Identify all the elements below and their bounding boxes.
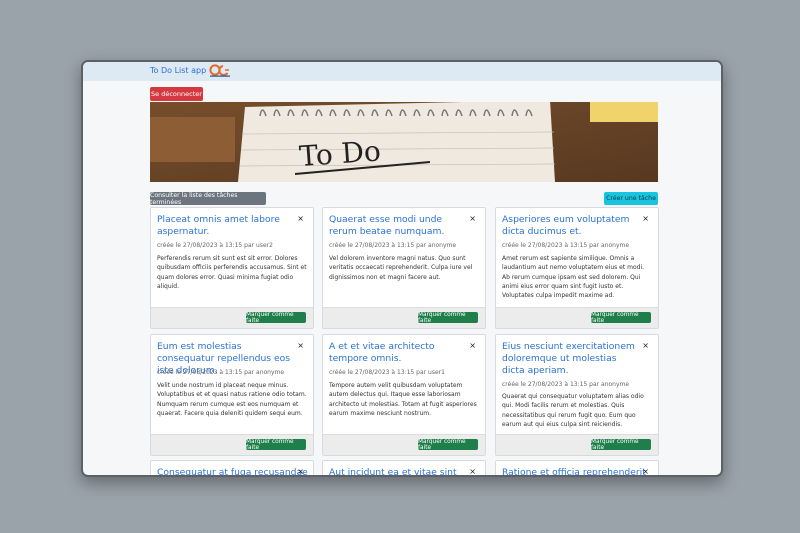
navbar: To Do List app (83, 62, 721, 81)
mark-done-button[interactable]: Marquer comme faite (591, 312, 651, 324)
close-icon[interactable]: × (469, 214, 476, 223)
close-icon[interactable]: × (297, 341, 304, 350)
task-meta: créée le 27/08/2023 à 13:15 par user1 (329, 369, 445, 376)
task-footer: Marquer comme faite (496, 307, 658, 328)
task-meta: créée le 27/08/2023 à 13:15 par anonyme (502, 242, 630, 249)
task-title[interactable]: Consequatur at fuga recusandae (157, 467, 308, 475)
task-card: Asperiores eum voluptatem dicta ducimus … (495, 207, 659, 329)
task-card: Aut incidunt ea et vitae sint × (322, 460, 486, 475)
app-title[interactable]: To Do List app (150, 66, 206, 75)
task-title[interactable]: Placeat omnis amet labore aspernatur. (157, 214, 293, 238)
task-meta: créée le 27/08/2023 à 13:15 par anonyme (157, 369, 285, 376)
finished-tasks-button[interactable]: Consulter la liste des tâches terminées (150, 192, 266, 206)
task-meta: créée le 27/08/2023 à 13:15 par anonyme (502, 381, 630, 388)
task-title[interactable]: Quaerat esse modi unde rerum beatae numq… (329, 214, 465, 238)
task-footer: Marquer comme faite (323, 307, 485, 328)
close-icon[interactable]: × (469, 341, 476, 350)
task-content: Velit unde nostrum id placeat neque minu… (157, 382, 307, 417)
task-footer: Marquer comme faite (496, 434, 658, 455)
mark-done-button[interactable]: Marquer comme faite (246, 312, 306, 324)
mark-done-button[interactable]: Marquer comme faite (418, 439, 478, 451)
task-footer: Marquer comme faite (151, 307, 313, 328)
task-content: Amet rerum est sapiente similique. Omnis… (502, 255, 645, 300)
task-card: Ratione et officia reprehenderit × (495, 460, 659, 475)
task-title[interactable]: Aut incidunt ea et vitae sint (329, 467, 469, 475)
task-card: Eius nesciunt exercitationem doloremque … (495, 334, 659, 456)
task-card: Quaerat esse modi unde rerum beatae numq… (322, 207, 486, 329)
task-content: Vel dolorem inventore magni natus. Quo s… (329, 255, 473, 281)
task-content: Perferendis rerum sit sunt est sit error… (157, 255, 307, 290)
close-icon[interactable]: × (297, 467, 304, 475)
mark-done-button[interactable]: Marquer comme faite (246, 439, 306, 451)
logout-button[interactable]: Se déconnecter (150, 87, 203, 101)
task-meta: créée le 27/08/2023 à 13:15 par user2 (157, 242, 273, 249)
create-task-button[interactable]: Créer une tâche (604, 192, 658, 205)
app-logo (209, 64, 230, 77)
close-icon[interactable]: × (297, 214, 304, 223)
task-title[interactable]: Ratione et officia reprehenderit (502, 467, 646, 475)
task-card: Consequatur at fuga recusandae × (150, 460, 314, 475)
close-icon[interactable]: × (642, 341, 649, 350)
task-title[interactable]: A et et vitae architecto tempore omnis. (329, 341, 465, 365)
task-meta: créée le 27/08/2023 à 13:15 par anonyme (329, 242, 457, 249)
browser-window: To Do List app Se déconnecter To Do Cons… (81, 60, 723, 477)
banner-image: To Do (150, 102, 658, 182)
close-icon[interactable]: × (642, 467, 649, 475)
close-icon[interactable]: × (642, 214, 649, 223)
task-card: Eum est molestias consequatur repellendu… (150, 334, 314, 456)
task-content: Tempore autem velit quibusdam voluptatem… (329, 382, 477, 417)
close-icon[interactable]: × (469, 467, 476, 475)
mark-done-button[interactable]: Marquer comme faite (418, 312, 478, 324)
mark-done-button[interactable]: Marquer comme faite (591, 439, 651, 451)
task-content: Quaerat qui consequatur voluptatem alias… (502, 393, 644, 428)
task-title[interactable]: Asperiores eum voluptatem dicta ducimus … (502, 214, 638, 238)
task-title[interactable]: Eius nesciunt exercitationem doloremque … (502, 341, 638, 377)
task-card: A et et vitae architecto tempore omnis. … (322, 334, 486, 456)
task-footer: Marquer comme faite (151, 434, 313, 455)
task-card: Placeat omnis amet labore aspernatur. × … (150, 207, 314, 329)
task-footer: Marquer comme faite (323, 434, 485, 455)
